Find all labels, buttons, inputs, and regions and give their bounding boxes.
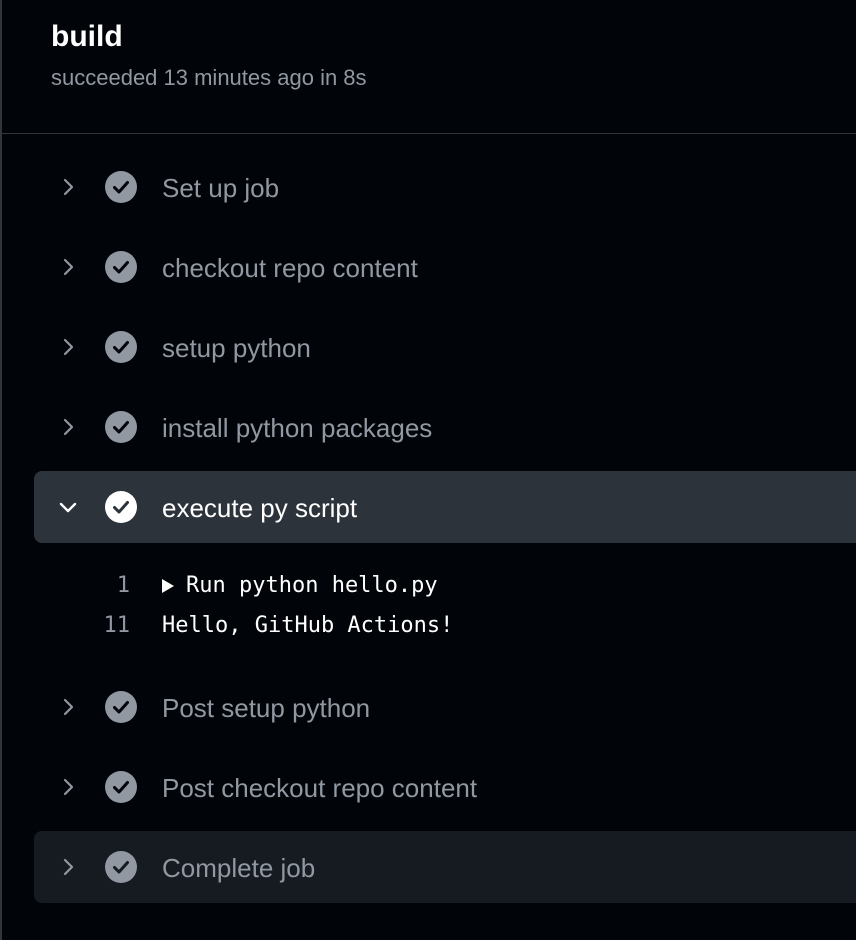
check-circle-icon — [105, 771, 137, 803]
step-row-post-checkout-repo-content[interactable]: Post checkout repo content — [34, 751, 856, 823]
step-label: setup python — [162, 333, 311, 363]
chevron-right-icon — [63, 418, 74, 436]
log-line-text: Run python hello.py — [186, 573, 438, 598]
step-row-post-setup-python[interactable]: Post setup python — [34, 671, 856, 743]
chevron-right-icon — [63, 858, 74, 876]
job-header: build succeeded 13 minutes ago in 8s — [0, 0, 856, 134]
log-line[interactable]: 1 Run python hello.py — [0, 566, 856, 606]
caret-right-icon — [162, 579, 174, 593]
chevron-right-icon — [63, 338, 74, 356]
chevron-right-icon — [63, 778, 74, 796]
panel-left-border — [0, 0, 2, 940]
job-status: succeeded 13 minutes ago in 8s — [51, 65, 367, 90]
step-label: Post checkout repo content — [162, 773, 478, 803]
step-row-setup-python[interactable]: setup python — [34, 311, 856, 383]
chevron-down-icon — [59, 502, 77, 513]
log-group-toggle[interactable]: Run python hello.py — [162, 566, 438, 606]
check-circle-icon — [105, 331, 137, 363]
chevron-right-icon — [63, 698, 74, 716]
log-line-text: Hello, GitHub Actions! — [162, 613, 454, 638]
step-label: Post setup python — [162, 693, 371, 723]
log-line-number[interactable]: 1 — [117, 566, 130, 606]
step-label: Complete job — [162, 853, 316, 883]
step-row-set-up-job[interactable]: Set up job — [34, 151, 856, 223]
log-line: 11 Hello, GitHub Actions! — [0, 606, 856, 646]
log-line-number[interactable]: 11 — [104, 606, 131, 646]
check-circle-icon — [105, 851, 137, 883]
step-label: checkout repo content — [162, 253, 418, 283]
check-circle-icon — [105, 411, 137, 443]
step-row-execute-py-script[interactable]: execute py script — [34, 471, 856, 543]
step-label: install python packages — [162, 413, 433, 443]
step-row-checkout-repo-content[interactable]: checkout repo content — [34, 231, 856, 303]
chevron-right-icon — [63, 258, 74, 276]
step-row-install-python-packages[interactable]: install python packages — [34, 391, 856, 463]
check-circle-icon — [105, 491, 137, 523]
chevron-right-icon — [63, 178, 74, 196]
check-circle-icon — [105, 691, 137, 723]
step-row-complete-job[interactable]: Complete job — [34, 831, 856, 903]
step-label: execute py script — [162, 493, 358, 523]
job-title: build — [51, 20, 123, 53]
check-circle-icon — [105, 171, 137, 203]
step-label: Set up job — [162, 173, 280, 203]
check-circle-icon — [105, 251, 137, 283]
